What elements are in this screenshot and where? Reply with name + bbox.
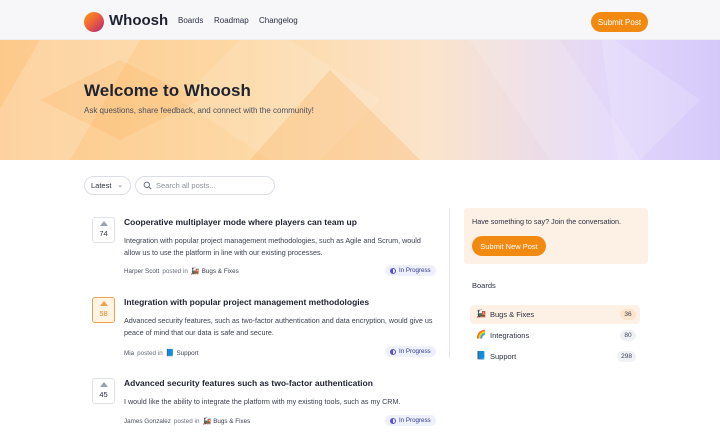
posted-in-text: posted in xyxy=(162,267,188,275)
post-author[interactable]: Harper Scott xyxy=(124,268,159,275)
half-circle-icon xyxy=(390,417,396,424)
status-label: In Progress xyxy=(399,267,431,274)
cta-text: Have something to say? Join the conversa… xyxy=(472,217,622,226)
post-board[interactable]: Support xyxy=(176,350,198,357)
board-item-bugs-fixes[interactable]: 🚂 Bugs & Fixes 36 xyxy=(470,305,640,324)
board-item-support[interactable]: 📘 Support 298 xyxy=(470,347,640,366)
nav-roadmap[interactable]: Roadmap xyxy=(214,16,249,25)
vote-count: 45 xyxy=(99,390,108,399)
hero-subtitle: Ask questions, share feedback, and conne… xyxy=(84,106,314,115)
status-badge: In Progress xyxy=(385,415,436,426)
train-icon: 🚂 xyxy=(202,418,212,425)
post-meta: Mia posted in 📘 Support xyxy=(124,349,199,358)
post-author[interactable]: Mia xyxy=(124,350,134,357)
post-meta: James Gonzalez posted in 🚂 Bugs & Fixes xyxy=(124,417,250,426)
search-box[interactable] xyxy=(135,176,275,195)
vote-count: 58 xyxy=(99,309,108,318)
hero-title: Welcome to Whoosh xyxy=(84,81,251,100)
search-icon xyxy=(143,181,152,190)
book-icon: 📘 xyxy=(165,350,175,357)
cta-card: Have something to say? Join the conversa… xyxy=(464,208,648,264)
board-name: Bugs & Fixes xyxy=(490,310,535,319)
post-author[interactable]: James Gonzalez xyxy=(124,418,171,425)
post-description: I would like the ability to integrate th… xyxy=(124,397,401,406)
upvote-button[interactable]: 74 xyxy=(92,217,115,243)
search-input[interactable] xyxy=(156,181,266,190)
half-circle-icon xyxy=(390,348,396,355)
upvote-button[interactable]: 45 xyxy=(92,378,115,404)
column-divider xyxy=(449,208,450,358)
post-card[interactable]: 45 Advanced security features such as tw… xyxy=(84,369,440,429)
posted-in-text: posted in xyxy=(137,349,163,357)
status-badge: In Progress xyxy=(385,346,436,357)
post-title[interactable]: Integration with popular project managem… xyxy=(124,297,369,307)
book-icon: 📘 xyxy=(476,351,486,360)
submit-new-post-button[interactable]: Submit New Post xyxy=(472,236,546,256)
status-label: In Progress xyxy=(399,417,431,424)
post-description: Integration with popular project managem… xyxy=(124,236,421,257)
sort-dropdown[interactable]: Latest ⌄ xyxy=(84,176,131,195)
sort-value: Latest xyxy=(91,181,112,190)
nav-changelog[interactable]: Changelog xyxy=(259,16,298,25)
upvote-button[interactable]: 58 xyxy=(92,297,115,323)
board-count: 298 xyxy=(617,351,636,362)
submit-post-button[interactable]: Submit Post xyxy=(591,12,648,32)
post-meta: Harper Scott posted in 🚂 Bugs & Fixes xyxy=(124,267,239,276)
status-label: In Progress xyxy=(399,348,431,355)
board-item-integrations[interactable]: 🌈 Integrations 80 xyxy=(470,326,640,345)
app-name[interactable]: Whoosh xyxy=(109,12,168,29)
status-badge: In Progress xyxy=(385,265,436,276)
upvote-arrow-icon xyxy=(99,382,108,387)
vote-count: 74 xyxy=(99,229,108,238)
train-icon: 🚂 xyxy=(476,309,486,318)
hero-banner: Welcome to Whoosh Ask questions, share f… xyxy=(0,40,720,160)
post-board[interactable]: Bugs & Fixes xyxy=(202,268,239,275)
half-circle-icon xyxy=(390,267,396,274)
nav-boards[interactable]: Boards xyxy=(178,16,203,25)
whoosh-logo-icon[interactable] xyxy=(84,12,104,32)
top-navigation-bar: Whoosh Boards Roadmap Changelog Submit P… xyxy=(0,0,720,40)
post-title[interactable]: Cooperative multiplayer mode where playe… xyxy=(124,217,357,227)
board-name: Integrations xyxy=(490,331,530,340)
board-count: 36 xyxy=(620,309,636,320)
board-count: 80 xyxy=(620,330,636,341)
posted-in-text: posted in xyxy=(173,417,200,425)
board-name: Support xyxy=(490,352,517,361)
chevron-down-icon: ⌄ xyxy=(117,182,123,189)
train-icon: 🚂 xyxy=(190,268,200,275)
post-title[interactable]: Advanced security features such as two-f… xyxy=(124,378,373,388)
upvote-arrow-icon xyxy=(99,301,108,306)
post-description: Advanced security features, such as two-… xyxy=(124,316,433,337)
boards-heading: Boards xyxy=(472,281,496,290)
post-board[interactable]: Bugs & Fixes xyxy=(213,418,250,425)
upvote-arrow-icon xyxy=(99,221,108,226)
post-card[interactable]: 74 Cooperative multiplayer mode where pl… xyxy=(84,208,440,278)
post-card[interactable]: 58 Integration with popular project mana… xyxy=(84,288,440,358)
rainbow-icon: 🌈 xyxy=(476,330,486,339)
